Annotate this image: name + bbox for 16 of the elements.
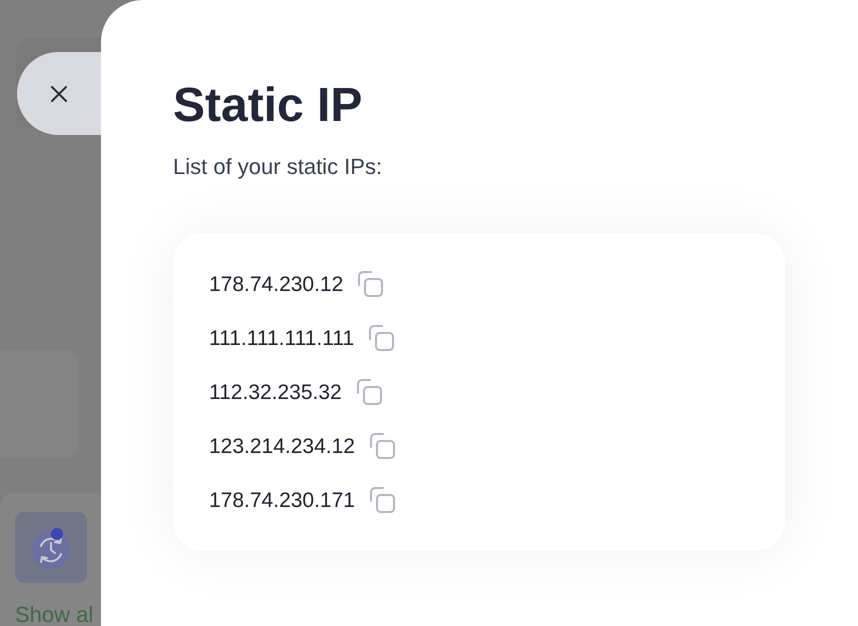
close-icon (51, 86, 67, 102)
copy-icon[interactable] (368, 433, 395, 459)
show-all-link[interactable]: Show al (15, 604, 101, 626)
ip-address: 112.32.235.32 (209, 382, 342, 402)
modal-subtitle: List of your static IPs: (173, 156, 382, 178)
copy-icon[interactable] (357, 271, 384, 297)
modal-title: Static IP (173, 82, 362, 130)
ip-address: 178.74.230.12 (209, 274, 344, 294)
copy-icon[interactable] (356, 379, 382, 405)
ip-address: 111.111.111.111 (209, 328, 354, 348)
ip-address: 178.74.230.171 (209, 490, 355, 510)
copy-icon[interactable] (368, 487, 395, 513)
copy-icon[interactable] (368, 325, 394, 351)
clock-arrows-icon (15, 512, 87, 583)
close-button[interactable] (17, 52, 101, 135)
ip-address: 123.214.234.12 (209, 436, 355, 456)
